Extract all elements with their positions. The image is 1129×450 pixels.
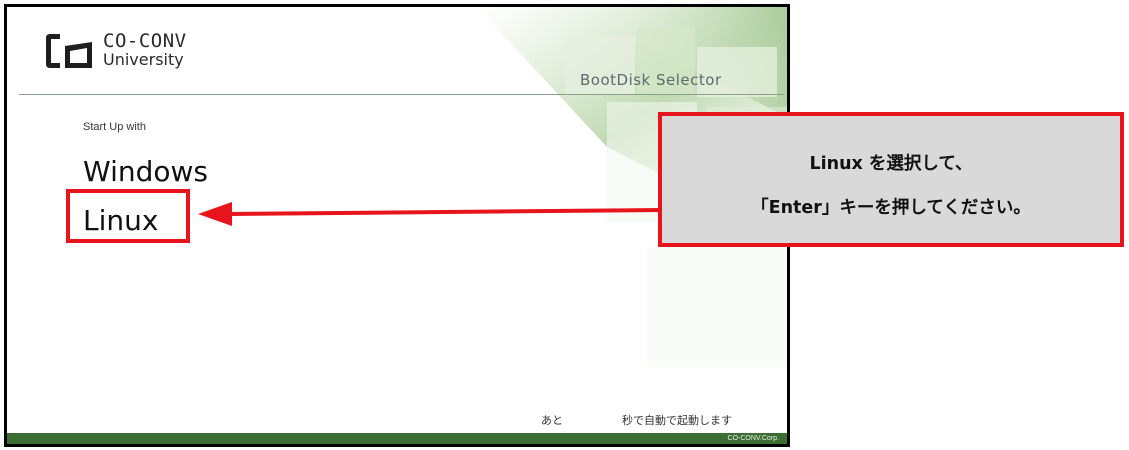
callout-line1: Linux を選択して、 (809, 154, 973, 174)
callout-line2: 「Enter」キーを押してください。 (751, 198, 1031, 218)
instruction-callout: Linux を選択して、 「Enter」キーを押してください。 (658, 112, 1124, 247)
